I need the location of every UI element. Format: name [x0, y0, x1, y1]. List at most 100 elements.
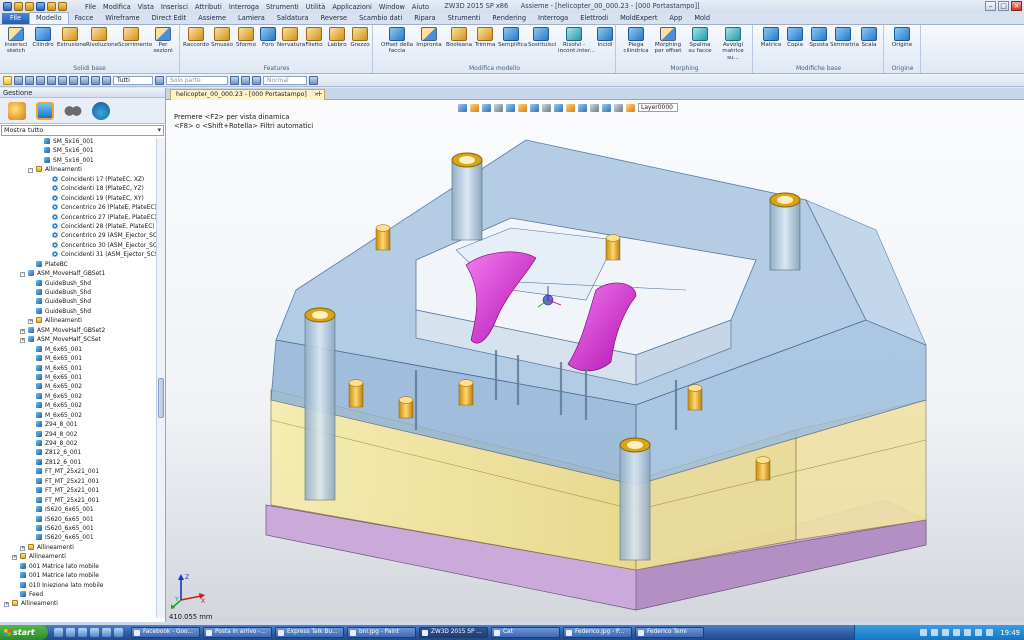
target-icon[interactable]	[252, 75, 261, 85]
tree-row[interactable]: - Allineamenti	[0, 166, 156, 175]
tree-row[interactable]: + Allineamenti	[0, 317, 156, 326]
menu-window[interactable]: Window	[379, 3, 405, 11]
tab-elettrodi[interactable]: Elettrodi	[574, 13, 614, 24]
stock-button[interactable]: Grezzo	[347, 27, 373, 48]
tree-row[interactable]: SM_5x16_001	[0, 147, 156, 156]
taskbar-button[interactable]: ZW3D 2015 SP ...	[419, 627, 488, 638]
tab-app[interactable]: App	[663, 13, 688, 24]
open-file-icon[interactable]	[25, 2, 34, 11]
guide-bush[interactable]	[398, 396, 414, 419]
expand-toggle-icon[interactable]: +	[20, 338, 25, 344]
taskbar-button[interactable]: Federico.jpg - P...	[563, 627, 632, 638]
history-manager-icon[interactable]	[8, 101, 26, 120]
expand-toggle-icon[interactable]: +	[28, 319, 33, 325]
guide-bush[interactable]	[375, 224, 391, 251]
tree-filter-select[interactable]: Mostra tutto	[1, 125, 164, 136]
tab-interroga[interactable]: Interroga	[532, 13, 574, 24]
tree-row[interactable]: + Allineamenti	[0, 600, 156, 609]
expand-toggle-icon[interactable]: +	[20, 545, 25, 551]
start-button[interactable]: start	[0, 625, 48, 640]
tree-row[interactable]: Z94_8_002	[0, 430, 156, 440]
origin-button[interactable]: Origine	[889, 27, 915, 48]
tree-row[interactable]: Concentrico 26 (PlateE, PlateEC)	[0, 204, 156, 213]
tree-row[interactable]: + Allineamenti	[0, 553, 156, 562]
mode-select[interactable]: Normal	[263, 75, 307, 85]
tray-icon[interactable]	[920, 629, 928, 636]
taskbar-button[interactable]: Posta in arrivo -...	[203, 627, 272, 638]
menu-modifica[interactable]: Modifica	[103, 3, 131, 11]
layer-icon[interactable]	[241, 75, 250, 85]
guide-bush[interactable]	[755, 456, 771, 481]
zoom-icon[interactable]	[36, 75, 45, 85]
mold-assembly-model[interactable]	[166, 100, 1024, 622]
tree-row[interactable]: Z94_8_001	[0, 421, 156, 430]
tree-row[interactable]: M_6x65_001	[0, 345, 156, 355]
tab-assieme[interactable]: Assieme	[192, 13, 232, 24]
document-tab[interactable]: helicopter_00_000.23 - [000 Portastampo]…	[170, 89, 325, 100]
collapse-toggle-icon[interactable]: -	[20, 272, 25, 278]
copy-button[interactable]: Copia	[782, 27, 808, 48]
tree-row[interactable]: Z94_8_002	[0, 440, 156, 449]
tree-row[interactable]: + ASM_MoveHalf_SCSet	[0, 336, 156, 345]
filter-icon[interactable]	[80, 75, 89, 85]
pattern-button[interactable]: Matrice	[758, 27, 784, 48]
axis-triad[interactable]: Z X Y	[169, 570, 209, 610]
tree-row[interactable]: M_6x65_001	[0, 373, 156, 383]
taskbar-button[interactable]: bnl.jpg - Paint	[347, 627, 416, 638]
offset-morph-button[interactable]: Morphing per offset	[653, 27, 683, 55]
expand-toggle-icon[interactable]: +	[12, 555, 17, 561]
expand-toggle-icon[interactable]: +	[20, 328, 25, 334]
view-manager-icon[interactable]	[64, 101, 82, 120]
explorer-icon[interactable]	[54, 628, 63, 637]
tree-row[interactable]: PlateBC	[0, 260, 156, 270]
tab-reverse[interactable]: Reverse	[315, 13, 354, 24]
dropdown-icon[interactable]	[14, 75, 23, 85]
pick-icon[interactable]	[3, 75, 12, 85]
tab-wireframe[interactable]: Wireframe	[99, 13, 145, 24]
filter-select[interactable]: Tutti	[113, 75, 153, 85]
tree-row[interactable]: 001 Matrice lato mobile	[0, 562, 156, 572]
tree-row[interactable]: GuideBush_Shd	[0, 289, 156, 298]
tree-row[interactable]: Feed	[0, 591, 156, 600]
tree-scrollbar[interactable]	[156, 138, 165, 618]
scale-button[interactable]: Scala	[856, 27, 882, 48]
network-icon[interactable]	[986, 629, 994, 636]
browser-icon[interactable]	[66, 628, 75, 637]
tray-icon[interactable]	[931, 629, 939, 636]
tree-row[interactable]: IS620_6x65_001	[0, 515, 156, 525]
part-select[interactable]: Solo parte	[166, 75, 228, 85]
volume-icon[interactable]	[975, 629, 983, 636]
tab-ripara[interactable]: Ripara	[408, 13, 441, 24]
tree-row[interactable]: M_6x65_001	[0, 364, 156, 374]
tab-strumenti[interactable]: Strumenti	[442, 13, 487, 24]
mail-icon[interactable]	[90, 628, 99, 637]
graphics-viewport[interactable]: Layer0000 Premere <F2> per vista dinamic…	[166, 100, 1024, 622]
tree-row[interactable]: GuideBush_Shd	[0, 298, 156, 307]
tree-row[interactable]: Z812_6_001	[0, 449, 156, 458]
tree-row[interactable]: GuideBush_Shd	[0, 307, 156, 317]
collapse-toggle-icon[interactable]: -	[28, 168, 33, 174]
tree-row[interactable]: - ASM_MoveHalf_GBSet1	[0, 270, 156, 279]
tab-facce[interactable]: Facce	[69, 13, 100, 24]
tree-row[interactable]: + ASM_MoveHalf_GBSet2	[0, 326, 156, 336]
save-icon[interactable]	[36, 2, 45, 11]
tree-row[interactable]: Coincidenti 28 (PlateE, PlateEC)	[0, 222, 156, 232]
tab-lamiera[interactable]: Lamiera	[232, 13, 271, 24]
tree-row[interactable]: M_6x65_002	[0, 383, 156, 392]
menu-strumenti[interactable]: Strumenti	[266, 3, 299, 11]
menu-interroga[interactable]: Interroga	[229, 3, 259, 11]
tab-saldatura[interactable]: Saldatura	[271, 13, 315, 24]
paint-icon[interactable]	[58, 75, 67, 85]
chamfer-button[interactable]: Smusso	[209, 27, 235, 48]
sweep-button[interactable]: Scorrimento	[118, 27, 152, 48]
rib-button[interactable]: Nervatura	[277, 27, 305, 48]
guide-bush[interactable]	[348, 379, 364, 408]
tray-icon[interactable]	[953, 629, 961, 636]
minimize-button[interactable]: –	[985, 1, 996, 11]
eye-icon[interactable]	[47, 75, 56, 85]
tree-row[interactable]: IS620_6x65_001	[0, 524, 156, 534]
tree-row[interactable]: 010 Iniezione lato mobile	[0, 581, 156, 591]
revolve-button[interactable]: Rivoluzione	[86, 27, 118, 48]
select-all-icon[interactable]	[91, 75, 100, 85]
tree-row[interactable]: + Allineamenti	[0, 543, 156, 553]
